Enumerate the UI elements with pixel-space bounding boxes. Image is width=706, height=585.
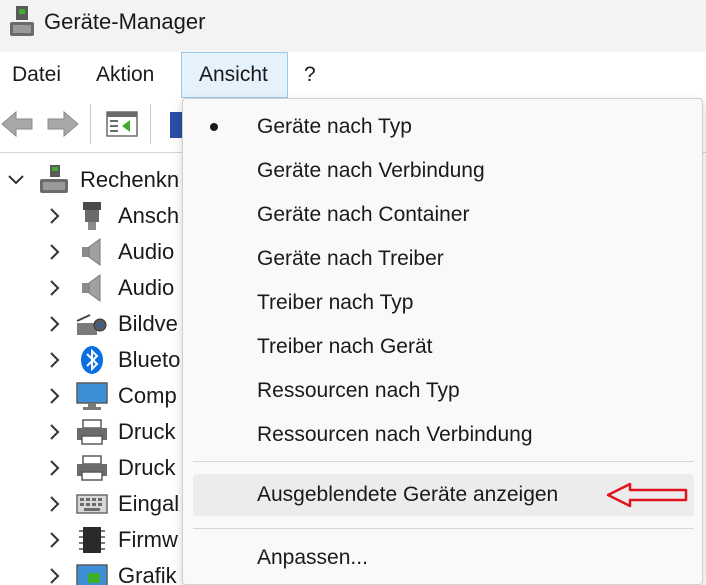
menu-item-geraete-nach-verbindung[interactable]: Geräte nach Verbindung	[183, 151, 702, 191]
computer-icon	[40, 165, 68, 193]
tree-item-label: Druck	[118, 419, 176, 444]
tree-item-label: Audio	[118, 239, 175, 264]
speaker-icon	[82, 274, 101, 302]
menu-item-label: Geräte nach Typ	[257, 115, 412, 138]
tree-item-label: Blueto	[118, 347, 181, 372]
menu-item-geraete-nach-treiber[interactable]: Geräte nach Treiber	[183, 239, 702, 279]
tree-item-label: Bildve	[118, 311, 178, 336]
bluetooth-icon	[81, 346, 103, 374]
menu-item-geraete-nach-typ[interactable]: Geräte nach Typ	[183, 107, 702, 147]
chevron-right-icon[interactable]	[44, 278, 64, 298]
chevron-right-icon[interactable]	[44, 350, 64, 370]
tree-item-label: Audio	[118, 275, 175, 300]
menu-datei[interactable]: Datei	[0, 52, 73, 98]
menu-item-ressourcen-nach-typ[interactable]: Ressourcen nach Typ	[183, 371, 702, 411]
chevron-right-icon[interactable]	[44, 494, 64, 514]
menu-bar: Datei Aktion Ansicht ?	[0, 52, 706, 100]
tree-item-label: Grafik	[118, 563, 177, 585]
menu-item-label: Geräte nach Treiber	[257, 247, 444, 270]
menu-item-label: Ausgeblendete Geräte anzeigen	[257, 483, 559, 506]
menu-item-label: Treiber nach Typ	[257, 291, 414, 314]
chevron-right-icon[interactable]	[44, 458, 64, 478]
menu-item-anpassen[interactable]: Anpassen...	[183, 538, 702, 578]
keyboard-icon	[76, 494, 108, 514]
printer-icon	[77, 455, 107, 481]
toolbar-separator	[90, 104, 91, 144]
graphics-card-icon	[76, 564, 108, 585]
tree-item-label: Druck	[118, 455, 176, 480]
title-bar: Geräte-Manager	[0, 0, 706, 52]
tree-item-label: Ansch	[118, 203, 180, 228]
monitor-icon	[76, 382, 108, 410]
menu-ansicht[interactable]: Ansicht	[181, 52, 288, 98]
menu-item-label: Anpassen...	[257, 546, 368, 569]
window-title: Geräte-Manager	[44, 9, 206, 34]
menu-item-ressourcen-nach-verbindung[interactable]: Ressourcen nach Verbindung	[183, 415, 702, 455]
menu-item-treiber-nach-typ[interactable]: Treiber nach Typ	[183, 283, 702, 323]
menu-item-label: Ressourcen nach Typ	[257, 379, 460, 402]
menu-item-label: Treiber nach Gerät	[257, 335, 433, 358]
checked-bullet-icon	[210, 123, 218, 131]
properties-icon[interactable]	[162, 106, 182, 142]
chevron-right-icon[interactable]	[44, 242, 64, 262]
chevron-right-icon[interactable]	[44, 206, 64, 226]
chip-icon	[79, 527, 105, 553]
menu-item-label: Ressourcen nach Verbindung	[257, 423, 533, 446]
menu-divider	[193, 461, 694, 462]
annotation-arrow-icon	[606, 482, 688, 508]
menu-item-geraete-nach-container[interactable]: Geräte nach Container	[183, 195, 702, 235]
tree-item-label: Firmw	[118, 527, 178, 552]
toolbar-separator	[150, 104, 151, 144]
speaker-icon	[82, 238, 101, 266]
printer-icon	[77, 419, 107, 445]
menu-item-ausgeblendete-geraete-anzeigen[interactable]: Ausgeblendete Geräte anzeigen	[193, 474, 694, 516]
connector-icon	[83, 202, 101, 230]
device-manager-icon	[10, 6, 34, 36]
chevron-right-icon[interactable]	[44, 314, 64, 334]
chevron-right-icon[interactable]	[44, 422, 64, 442]
chevron-right-icon[interactable]	[44, 530, 64, 550]
menu-item-label: Geräte nach Container	[257, 203, 470, 226]
forward-arrow-icon[interactable]	[44, 106, 80, 142]
tree-root-label: Rechenkn	[80, 167, 180, 192]
menu-item-treiber-nach-geraet[interactable]: Treiber nach Gerät	[183, 327, 702, 367]
chevron-right-icon[interactable]	[44, 566, 64, 585]
chevron-right-icon[interactable]	[44, 386, 64, 406]
ansicht-dropdown-menu: Geräte nach Typ Geräte nach Verbindung G…	[182, 98, 703, 585]
menu-help[interactable]: ?	[292, 52, 328, 98]
chevron-down-icon[interactable]	[6, 170, 26, 190]
back-arrow-icon[interactable]	[0, 106, 36, 142]
menu-aktion[interactable]: Aktion	[84, 52, 166, 98]
camera-icon	[76, 314, 107, 335]
tree-item-label: Comp	[118, 383, 177, 408]
menu-item-label: Geräte nach Verbindung	[257, 159, 485, 182]
menu-divider	[193, 528, 694, 529]
tree-item-label: Eingal	[118, 491, 180, 516]
console-tree-icon[interactable]	[104, 106, 140, 142]
